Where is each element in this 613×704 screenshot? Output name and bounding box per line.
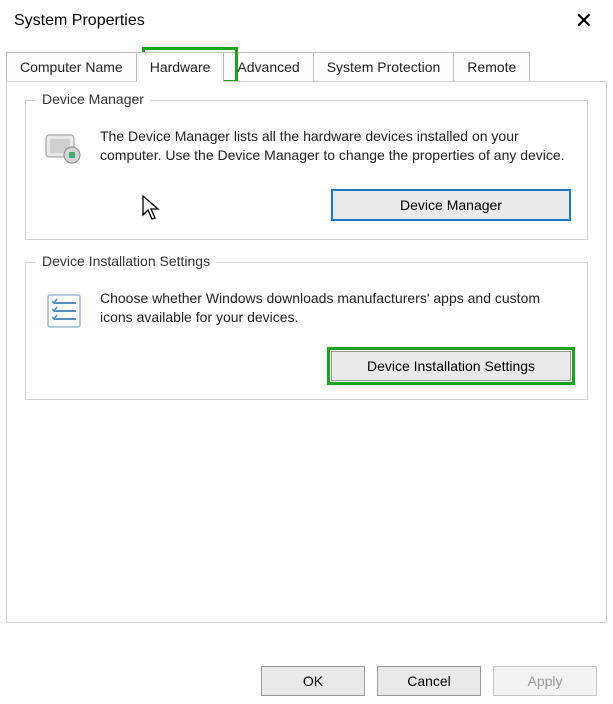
device-install-icon bbox=[42, 289, 86, 333]
tab-panel-hardware: Device Manager The Device Manager lists … bbox=[6, 81, 607, 623]
device-manager-icon bbox=[42, 127, 86, 171]
close-icon: ✕ bbox=[575, 8, 593, 33]
device-install-description: Choose whether Windows downloads manufac… bbox=[100, 289, 571, 327]
device-manager-button[interactable]: Device Manager bbox=[331, 189, 571, 221]
window-title: System Properties bbox=[14, 12, 145, 30]
title-bar: System Properties ✕ bbox=[0, 0, 613, 38]
tabstrip: Computer Name Hardware Advanced System P… bbox=[6, 52, 607, 82]
groupbox-device-manager: Device Manager The Device Manager lists … bbox=[25, 100, 588, 240]
device-installation-settings-button[interactable]: Device Installation Settings bbox=[331, 351, 571, 381]
tab-advanced[interactable]: Advanced bbox=[223, 52, 313, 82]
tab-computer-name[interactable]: Computer Name bbox=[6, 52, 137, 82]
tab-remote[interactable]: Remote bbox=[453, 52, 530, 82]
dialog-button-row: OK Cancel Apply bbox=[261, 666, 597, 696]
device-manager-description: The Device Manager lists all the hardwar… bbox=[100, 127, 571, 165]
tab-hardware[interactable]: Hardware bbox=[136, 52, 225, 82]
group-legend-device-manager: Device Manager bbox=[36, 91, 150, 107]
tab-system-protection[interactable]: System Protection bbox=[313, 52, 455, 82]
cancel-button[interactable]: Cancel bbox=[377, 666, 481, 696]
groupbox-device-install: Device Installation Settings Choose whet… bbox=[25, 262, 588, 400]
apply-button: Apply bbox=[493, 666, 597, 696]
close-button[interactable]: ✕ bbox=[565, 8, 603, 34]
ok-button[interactable]: OK bbox=[261, 666, 365, 696]
group-legend-device-install: Device Installation Settings bbox=[36, 253, 216, 269]
